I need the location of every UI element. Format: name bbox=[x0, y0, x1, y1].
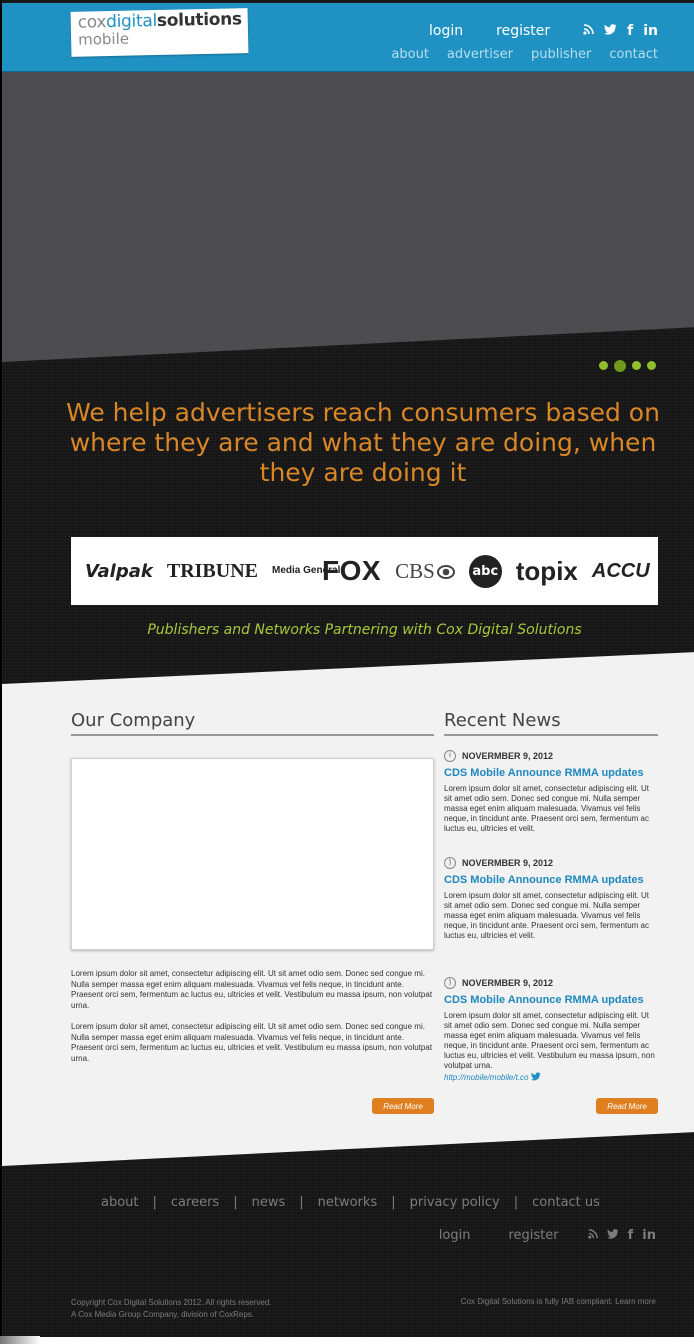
logo-part-solutions: solutions bbox=[156, 9, 242, 32]
slider-dots bbox=[599, 359, 656, 372]
slider-dot-active[interactable] bbox=[614, 359, 626, 372]
footer-link-contact[interactable]: contact us bbox=[532, 1195, 600, 1210]
partner-logo-cbs-text: CBS bbox=[395, 558, 435, 583]
linkedin-icon[interactable]: in bbox=[643, 23, 658, 39]
partner-logo-abc: abc bbox=[468, 554, 502, 588]
hero-slide-area bbox=[2, 72, 694, 362]
footer-link-networks[interactable]: networks bbox=[318, 1195, 378, 1210]
nav-publisher[interactable]: publisher bbox=[531, 47, 591, 62]
nav-about[interactable]: about bbox=[391, 47, 429, 62]
info-icon: i bbox=[444, 750, 456, 762]
slider-dot[interactable] bbox=[647, 361, 656, 370]
news-read-more-button[interactable]: Read More bbox=[596, 1098, 658, 1114]
news-title-link[interactable]: CDS Mobile Announce RMMA updates bbox=[444, 994, 658, 1006]
footer-link-news[interactable]: news bbox=[252, 1195, 286, 1210]
twitter-icon[interactable] bbox=[531, 1072, 542, 1083]
rss-icon[interactable] bbox=[583, 23, 594, 39]
news-date: NOVERMBER 9, 2012 bbox=[462, 858, 554, 868]
copyright-text: Copyright Cox Digital Solutions 2012. Al… bbox=[71, 1297, 272, 1321]
facebook-icon[interactable]: f bbox=[627, 23, 633, 39]
company-paragraph-2: Lorem ipsum dolor sit amet, consectetur … bbox=[71, 1022, 433, 1063]
slider-dot[interactable] bbox=[632, 361, 641, 370]
copyright-line-2: A Cox Media Group Company, division of C… bbox=[71, 1310, 255, 1319]
recent-news-heading: Recent News bbox=[444, 710, 658, 736]
linkedin-icon[interactable]: in bbox=[642, 1228, 656, 1243]
site-header: coxdigitalsolutions mobile login registe… bbox=[2, 3, 694, 72]
footer-separator: | bbox=[513, 1195, 519, 1210]
footer-link-about[interactable]: about bbox=[101, 1195, 139, 1210]
register-link[interactable]: register bbox=[496, 23, 550, 39]
news-body: Lorem ipsum dolor sit amet, consectetur … bbox=[444, 891, 649, 940]
main-nav: about advertiser publisher contact bbox=[391, 47, 658, 62]
rss-icon: ) bbox=[444, 857, 456, 869]
partner-logos-strip: Valpak TRIBUNE Media General FOX CBS abc… bbox=[71, 537, 658, 605]
news-item: i NOVERMBER 9, 2012 CDS Mobile Announce … bbox=[444, 750, 658, 834]
site-logo[interactable]: coxdigitalsolutions mobile bbox=[70, 8, 249, 57]
logo-subline: mobile bbox=[77, 29, 130, 49]
copyright-line-1: Copyright Cox Digital Solutions 2012. Al… bbox=[71, 1298, 272, 1307]
news-item: ) NOVERMBER 9, 2012 CDS Mobile Announce … bbox=[444, 977, 658, 1083]
company-read-more-button[interactable]: Read More bbox=[372, 1098, 434, 1114]
news-source-link[interactable]: http://mobile/mobile/t.co bbox=[444, 1073, 528, 1082]
partner-logo-topix: topix bbox=[515, 555, 578, 586]
login-link[interactable]: login bbox=[429, 23, 463, 39]
footer-separator: | bbox=[152, 1195, 157, 1210]
our-company-heading: Our Company bbox=[71, 710, 434, 736]
iab-compliance-link[interactable]: Cox Digital Solutions is fully IAB compl… bbox=[461, 1297, 656, 1306]
twitter-icon[interactable] bbox=[606, 1228, 619, 1243]
company-video-placeholder[interactable] bbox=[71, 758, 434, 950]
news-date: NOVERMBER 9, 2012 bbox=[462, 978, 554, 988]
news-title-link[interactable]: CDS Mobile Announce RMMA updates bbox=[444, 767, 658, 779]
page-bottom-edge bbox=[0, 1337, 694, 1344]
slider-dot[interactable] bbox=[599, 361, 608, 370]
footer-utility: login register f in bbox=[439, 1228, 656, 1243]
footer-login-link[interactable]: login bbox=[439, 1228, 471, 1243]
partners-caption: Publishers and Networks Partnering with … bbox=[147, 622, 582, 638]
news-item: ) NOVERMBER 9, 2012 CDS Mobile Announce … bbox=[444, 857, 658, 941]
nav-advertiser[interactable]: advertiser bbox=[447, 47, 513, 62]
footer-nav: about | careers | news | networks | priv… bbox=[101, 1195, 600, 1210]
company-paragraph-1: Lorem ipsum dolor sit amet, consectetur … bbox=[71, 969, 433, 1010]
partner-logo-valpak: Valpak bbox=[85, 560, 153, 582]
footer-separator: | bbox=[391, 1195, 396, 1210]
news-date-row: i NOVERMBER 9, 2012 bbox=[444, 750, 658, 762]
news-title-link[interactable]: CDS Mobile Announce RMMA updates bbox=[444, 874, 658, 886]
news-body: Lorem ipsum dolor sit amet, consectetur … bbox=[444, 1011, 655, 1070]
footer-separator: | bbox=[233, 1195, 238, 1210]
twitter-icon[interactable] bbox=[604, 23, 617, 39]
footer-link-careers[interactable]: careers bbox=[171, 1195, 219, 1210]
partner-logo-media-general-text: Media General bbox=[272, 565, 341, 576]
page-frame: coxdigitalsolutions mobile login registe… bbox=[0, 0, 694, 1337]
partner-logo-tribune: TRIBUNE bbox=[166, 559, 258, 582]
footer-register-link[interactable]: register bbox=[508, 1228, 558, 1243]
footer-link-privacy[interactable]: privacy policy bbox=[410, 1195, 500, 1210]
page-bottom-shadow bbox=[0, 1336, 40, 1344]
footer-separator: | bbox=[299, 1195, 304, 1210]
partner-logo-cbs: CBS bbox=[395, 559, 455, 584]
news-link-row: http://mobile/mobile/t.co bbox=[444, 1072, 658, 1083]
nav-contact[interactable]: contact bbox=[609, 47, 658, 62]
hero-tagline: We help advertisers reach consumers base… bbox=[66, 398, 660, 487]
news-date-row: ) NOVERMBER 9, 2012 bbox=[444, 857, 658, 869]
header-utility: login register f in bbox=[429, 23, 658, 39]
news-body: Lorem ipsum dolor sit amet, consectetur … bbox=[444, 784, 649, 833]
partner-logo-fox: FOX bbox=[322, 555, 382, 586]
partner-logo-accu: ACCU bbox=[591, 559, 650, 582]
rss-icon: ) bbox=[444, 977, 456, 989]
rss-icon[interactable] bbox=[587, 1228, 598, 1243]
facebook-icon[interactable]: f bbox=[628, 1228, 634, 1243]
partner-logo-media-general: Media General bbox=[272, 565, 341, 576]
news-date: NOVERMBER 9, 2012 bbox=[462, 751, 554, 761]
news-date-row: ) NOVERMBER 9, 2012 bbox=[444, 977, 658, 989]
